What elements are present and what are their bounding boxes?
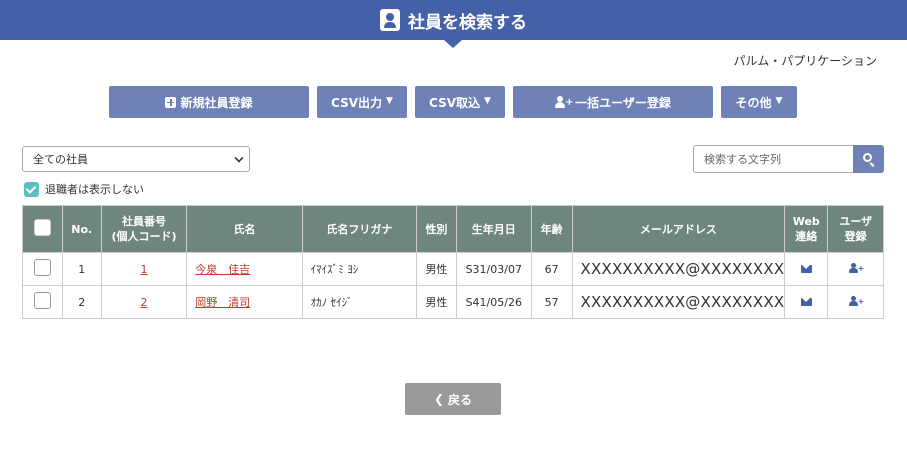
toolbar: 新規社員登録 CSV出力 ▼ CSV取込 ▼ + 一括ユーザー登録 その他 ▼ — [0, 86, 907, 118]
row-name-cell: 岡野 清司 — [186, 285, 303, 319]
row-age: 67 — [530, 252, 573, 286]
row-kana: ｵｶﾉ ｾｲｼﾞ — [301, 285, 418, 319]
chevron-left-icon: ❮ — [433, 392, 445, 406]
csv-export-button[interactable]: CSV出力 ▼ — [317, 86, 407, 118]
hide-retired-label: 退職者は表示しない — [45, 183, 144, 196]
envelope-icon[interactable] — [800, 264, 812, 273]
header-web: Web 連絡 — [784, 205, 829, 253]
row-no: 1 — [61, 252, 102, 286]
row-no: 2 — [61, 285, 102, 319]
row-user-register-cell[interactable]: + — [827, 252, 884, 286]
header-user-register: ユーザ 登録 — [827, 205, 884, 253]
row-kana: ｲﾏｲｽﾞﾐ ﾖｼ — [301, 252, 418, 286]
plus-square-icon — [165, 96, 177, 108]
row-birth: S31/03/07 — [455, 252, 532, 286]
row-checkbox[interactable] — [33, 259, 51, 276]
user-plus-icon[interactable]: + — [848, 295, 864, 306]
header-name: 氏名 — [186, 205, 303, 253]
row-select-cell[interactable] — [22, 285, 63, 319]
search-icon — [863, 153, 872, 162]
row-web-contact-cell[interactable] — [784, 252, 829, 286]
row-email: XXXXXXXXXX@XXXXXXXX — [571, 285, 786, 319]
app-name: パルム・パプリケーション — [733, 54, 877, 68]
select-all-checkbox[interactable] — [33, 218, 51, 236]
row-checkbox[interactable] — [33, 292, 51, 309]
employee-name-link[interactable]: 今泉 佳吉 — [195, 263, 250, 276]
new-employee-button[interactable]: 新規社員登録 — [109, 86, 309, 118]
emp-no-link[interactable]: 1 — [140, 263, 147, 276]
new-employee-label: 新規社員登録 — [180, 95, 253, 110]
chevron-down-icon: ▼ — [775, 96, 783, 106]
row-web-contact-cell[interactable] — [784, 285, 829, 319]
employee-filter-select[interactable]: 全ての社員 — [22, 146, 250, 172]
table-row: 2 2 岡野 清司 ｵｶﾉ ｾｲｼﾞ 男性 S41/05/26 57 XXXXX… — [22, 285, 884, 319]
employee-table: No. 社員番号 (個人コード) 氏名 氏名フリガナ 性別 生年月日 年齢 メール… — [22, 205, 884, 319]
user-card-icon — [380, 9, 400, 31]
table-header-row: No. 社員番号 (個人コード) 氏名 氏名フリガナ 性別 生年月日 年齢 メール… — [22, 205, 884, 253]
page-header: 社員を検索する — [0, 0, 907, 40]
header-no: No. — [61, 205, 102, 253]
row-emp-no-cell: 2 — [100, 285, 188, 319]
hide-retired-checkbox[interactable]: 退職者は表示しない — [24, 181, 144, 197]
header-birth: 生年月日 — [455, 205, 532, 253]
header-select-all[interactable] — [22, 205, 63, 253]
csv-import-label: CSV取込 — [429, 95, 481, 110]
search-button[interactable] — [853, 145, 884, 173]
header-email: メールアドレス — [571, 205, 786, 253]
header-kana: 氏名フリガナ — [301, 205, 418, 253]
header-emp-no: 社員番号 (個人コード) — [100, 205, 188, 253]
header-gender: 性別 — [416, 205, 457, 253]
row-name-cell: 今泉 佳吉 — [186, 252, 303, 286]
checkbox-checked-icon[interactable] — [24, 181, 39, 197]
employee-filter-value: 全ての社員 — [33, 153, 88, 166]
bulk-user-register-button[interactable]: + 一括ユーザー登録 — [513, 86, 713, 118]
emp-no-link[interactable]: 2 — [140, 296, 147, 309]
row-emp-no-cell: 1 — [100, 252, 188, 286]
user-plus-icon: + — [555, 96, 574, 108]
csv-import-button[interactable]: CSV取込 ▼ — [415, 86, 505, 118]
user-plus-icon[interactable]: + — [848, 262, 864, 273]
bulk-user-register-label: 一括ユーザー登録 — [575, 95, 671, 110]
header-title-group: 社員を検索する — [380, 8, 527, 33]
chevron-down-icon: ▼ — [386, 96, 393, 106]
row-age: 57 — [530, 285, 573, 319]
table-row: 1 1 今泉 佳吉 ｲﾏｲｽﾞﾐ ﾖｼ 男性 S31/03/07 67 XXXX… — [22, 252, 884, 286]
row-user-register-cell[interactable]: + — [827, 285, 884, 319]
row-gender: 男性 — [416, 252, 457, 286]
back-button[interactable]: ❮ 戻る — [405, 383, 501, 415]
row-select-cell[interactable] — [22, 252, 63, 286]
chevron-down-icon: ▼ — [484, 96, 491, 106]
others-label: その他 — [735, 95, 772, 110]
back-label: 戻る — [448, 392, 473, 407]
row-gender: 男性 — [416, 285, 457, 319]
employee-name-link[interactable]: 岡野 清司 — [195, 296, 250, 309]
row-email: XXXXXXXXXX@XXXXXXXX — [571, 252, 786, 286]
row-birth: S41/05/26 — [455, 285, 532, 319]
header-notch — [444, 40, 462, 48]
header-age: 年齢 — [530, 205, 573, 253]
others-menu-button[interactable]: その他 ▼ — [721, 86, 797, 118]
envelope-icon[interactable] — [800, 297, 812, 306]
csv-export-label: CSV出力 — [331, 95, 383, 110]
chevron-down-icon — [234, 153, 244, 163]
search-input[interactable] — [693, 145, 854, 173]
page-title: 社員を検索する — [408, 12, 527, 33]
